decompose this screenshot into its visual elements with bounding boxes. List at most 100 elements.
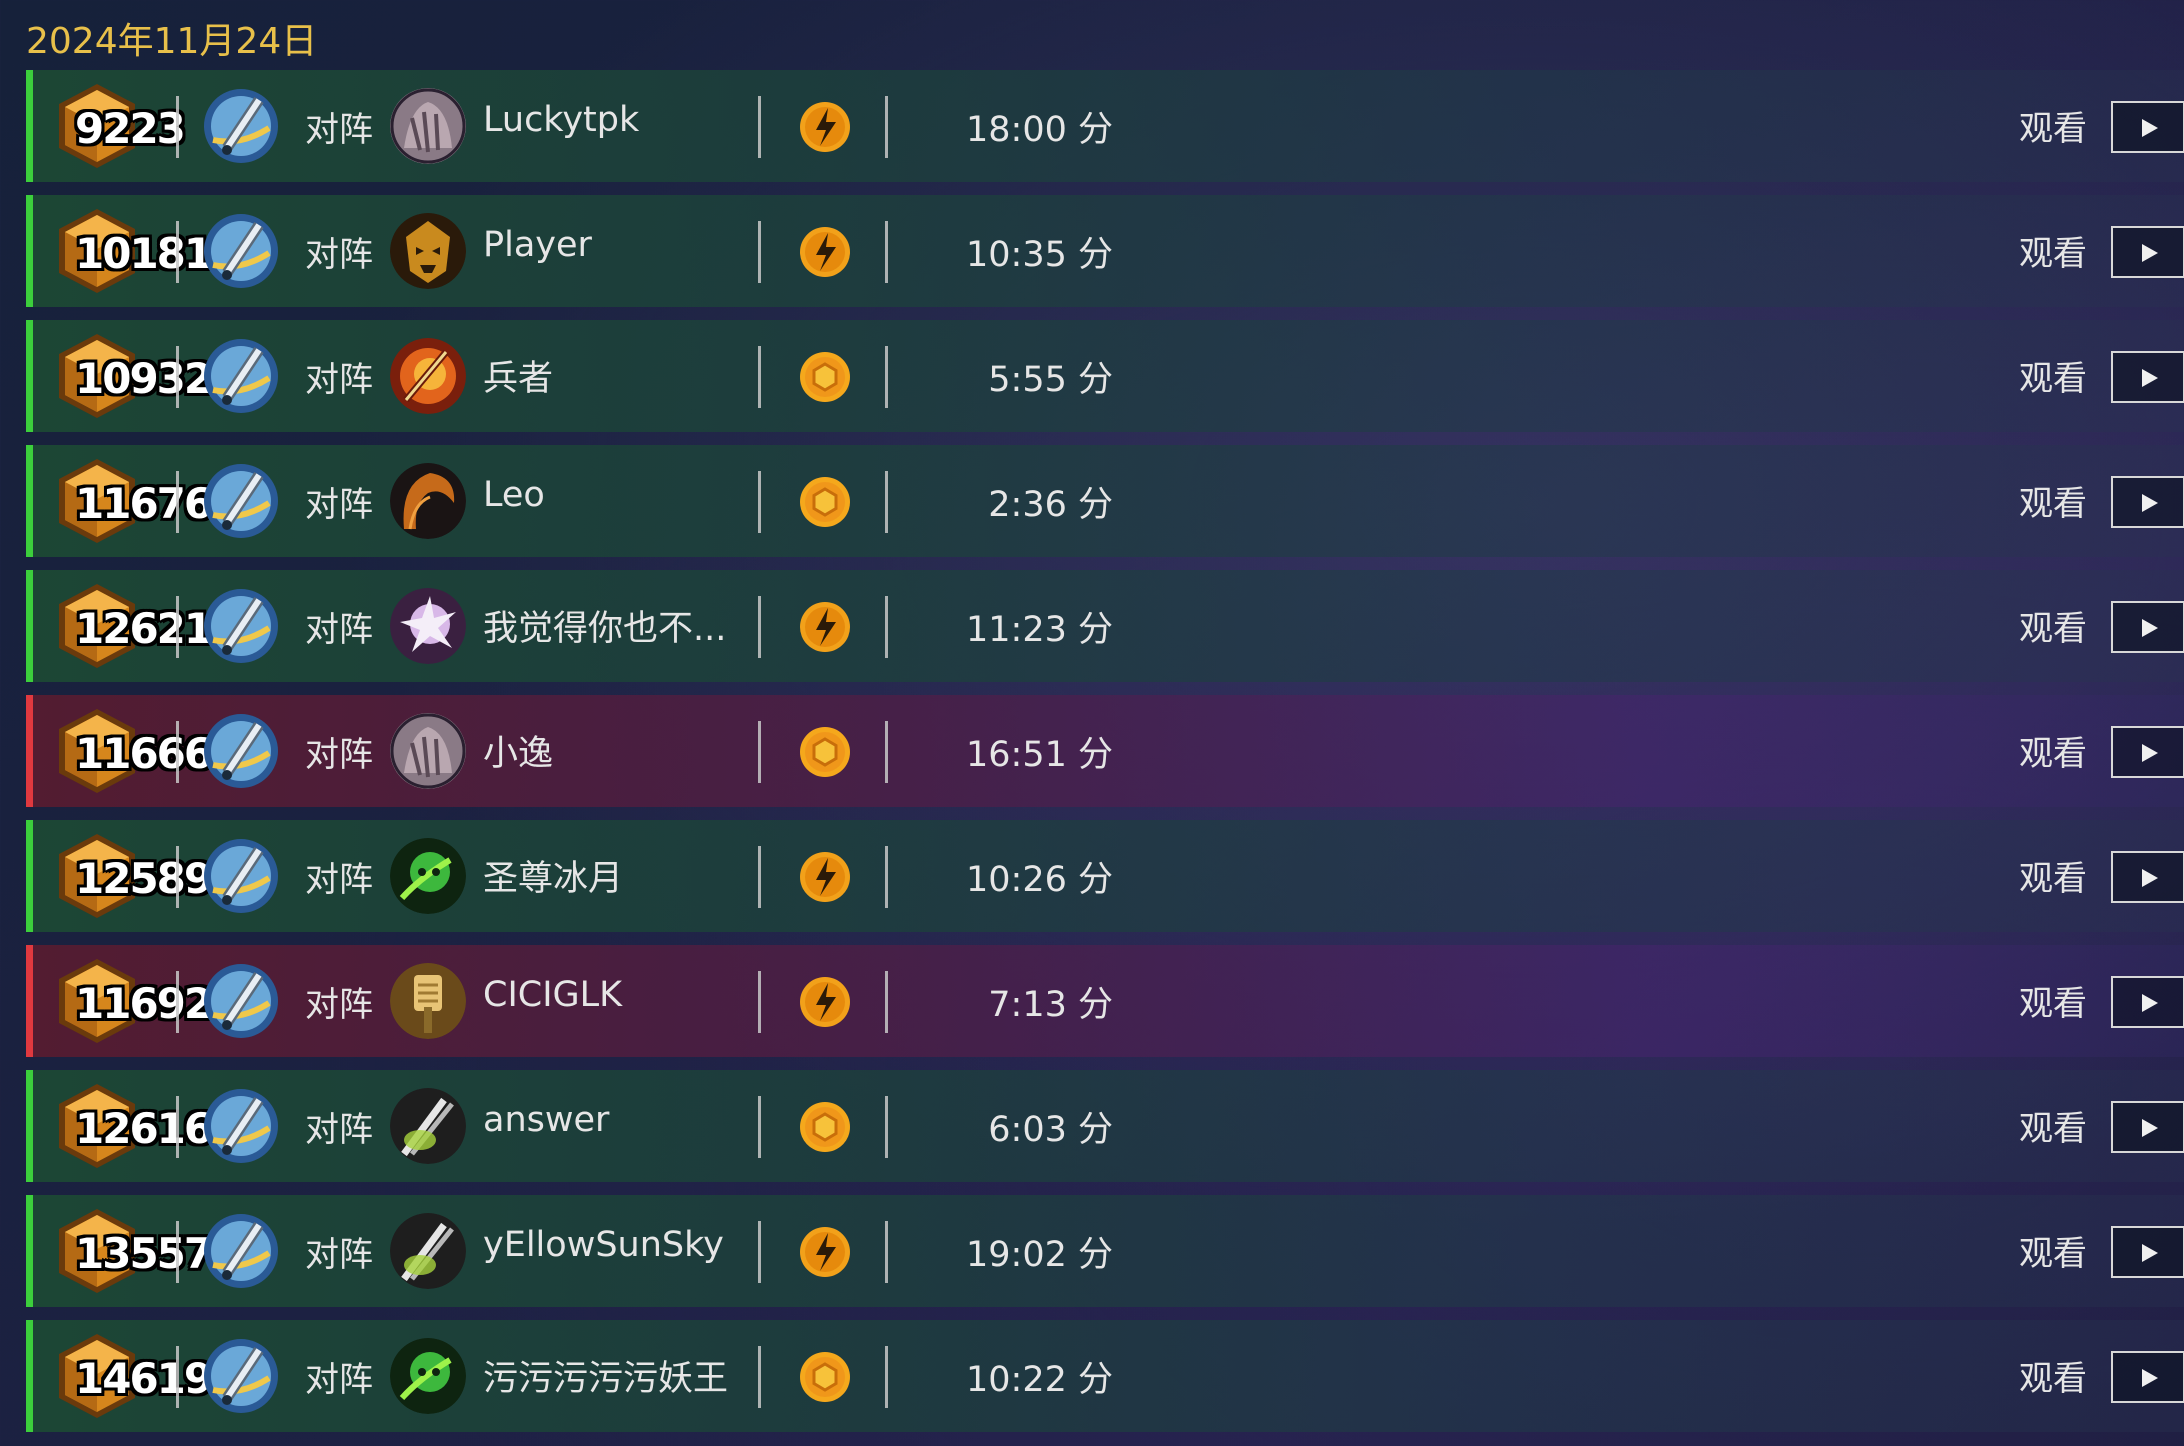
opponent-name[interactable]: 我觉得你也不... [483,600,726,651]
match-duration: 7:13 分 [988,985,1113,1025]
vs-label: 对阵 [305,1235,373,1275]
hexagon-badge-icon [798,1100,852,1154]
divider [885,471,888,533]
match-row[interactable]: 12616 对阵 answer 6:03 分 观看 [26,1070,2184,1182]
magic-burst-avatar-icon [390,588,466,664]
hexagon-badge-icon [798,475,852,529]
opponent-name[interactable]: Luckytpk [483,100,639,140]
mmr-badge: 11692 [53,957,213,1045]
vs-label: 对阵 [305,735,373,775]
mmr-value: 12616 [75,1104,213,1153]
match-date-heading: 2024年11月24日 [26,21,318,62]
vs-label: 对阵 [305,110,373,150]
opponent-name[interactable]: yEllowSunSky [483,1225,724,1265]
divider [176,96,179,158]
watch-link[interactable]: 观看 [2019,601,2087,650]
divider [758,846,761,908]
play-icon [2142,994,2158,1012]
divider [758,1096,761,1158]
opponent-name[interactable]: Player [483,225,592,265]
divider [176,971,179,1033]
play-replay-button[interactable] [2111,226,2184,278]
match-duration: 19:02 分 [966,1235,1113,1275]
match-row[interactable]: 13557 对阵 yEllowSunSky 19:02 分 观看 [26,1195,2184,1307]
mmr-value: 12621 [75,604,213,653]
sword-mode-icon [203,838,279,914]
divider [758,471,761,533]
play-replay-button[interactable] [2111,351,2184,403]
lightning-badge-icon [798,225,852,279]
ogre-avatar-icon [390,713,466,789]
watch-link[interactable]: 观看 [2019,101,2087,150]
match-row[interactable]: 10181 对阵 Player 10:35 分 观看 [26,195,2184,307]
vs-label: 对阵 [305,1360,373,1400]
vs-label: 对阵 [305,985,373,1025]
divider [758,96,761,158]
sword-mode-icon [203,338,279,414]
sword-mode-icon [203,1213,279,1289]
mmr-value: 13557 [75,1229,213,1278]
play-replay-button[interactable] [2111,976,2184,1028]
match-row[interactable]: 14619 对阵 污污污污污妖王 10:22 分 观看 [26,1320,2184,1432]
match-row[interactable]: 12621 对阵 我觉得你也不... 11:23 分 观看 [26,570,2184,682]
sword-mode-icon [203,1088,279,1164]
opponent-name[interactable]: Leo [483,475,545,515]
opponent-name[interactable]: CICIGLK [483,975,622,1015]
match-row[interactable]: 10932 对阵 兵者 5:55 分 观看 [26,320,2184,432]
opponent-name[interactable]: answer [483,1100,609,1140]
match-row[interactable]: 11692 对阵 CICIGLK 7:13 分 观看 [26,945,2184,1057]
watch-link[interactable]: 观看 [2019,1226,2087,1275]
play-replay-button[interactable] [2111,1351,2184,1403]
sword-mode-icon [203,213,279,289]
opponent-name[interactable]: 污污污污污妖王 [483,1350,728,1401]
divider [885,346,888,408]
play-replay-button[interactable] [2111,476,2184,528]
match-row[interactable]: 11676 对阵 Leo 2:36 分 观看 [26,445,2184,557]
watch-link[interactable]: 观看 [2019,351,2087,400]
vs-label: 对阵 [305,360,373,400]
vs-label: 对阵 [305,860,373,900]
play-replay-button[interactable] [2111,101,2184,153]
vs-label: 对阵 [305,610,373,650]
divider [885,1096,888,1158]
divider [176,721,179,783]
match-duration: 10:22 分 [966,1360,1113,1400]
watch-link[interactable]: 观看 [2019,226,2087,275]
hexagon-badge-icon [798,350,852,404]
fire-sword-avatar-icon [390,338,466,414]
opponent-name[interactable]: 兵者 [483,350,553,401]
watch-link[interactable]: 观看 [2019,1101,2087,1150]
vs-label: 对阵 [305,485,373,525]
play-replay-button[interactable] [2111,1226,2184,1278]
mmr-badge: 12621 [53,582,213,670]
mmr-badge: 9223 [53,82,186,170]
opponent-name[interactable]: 圣尊冰月 [483,850,623,901]
watch-link[interactable]: 观看 [2019,976,2087,1025]
divider [758,1221,761,1283]
watch-link[interactable]: 观看 [2019,851,2087,900]
sword-mode-icon [203,963,279,1039]
match-row[interactable]: 9223 对阵 Luckytpk 18:00 分 观看 [26,70,2184,182]
divider [758,971,761,1033]
match-row[interactable]: 12589 对阵 圣尊冰月 10:26 分 观看 [26,820,2184,932]
opponent-name[interactable]: 小逸 [483,725,553,776]
play-replay-button[interactable] [2111,726,2184,778]
divider [885,721,888,783]
divider [758,1346,761,1408]
mmr-value: 12589 [75,854,213,903]
play-replay-button[interactable] [2111,851,2184,903]
watch-link[interactable]: 观看 [2019,476,2087,525]
watch-link[interactable]: 观看 [2019,726,2087,775]
play-replay-button[interactable] [2111,1101,2184,1153]
watch-link[interactable]: 观看 [2019,1351,2087,1400]
mmr-value: 10181 [75,229,213,278]
divider [758,721,761,783]
play-icon [2142,119,2158,137]
play-replay-button[interactable] [2111,601,2184,653]
lightning-badge-icon [798,975,852,1029]
match-row[interactable]: 11666 对阵 小逸 16:51 分 观看 [26,695,2184,807]
hexagon-badge-icon [798,725,852,779]
vs-label: 对阵 [305,235,373,275]
divider [176,1221,179,1283]
play-icon [2142,1119,2158,1137]
